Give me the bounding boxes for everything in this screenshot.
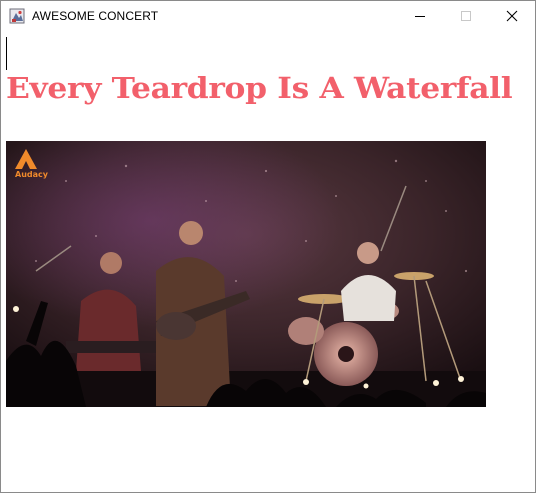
concert-video-frame <box>6 141 486 407</box>
audacy-logo-text: Audacy <box>15 170 48 179</box>
content-area: Every Teardrop Is A Waterfall Audacy <box>1 32 535 492</box>
maximize-button[interactable] <box>443 1 489 31</box>
window-title: AWESOME CONCERT <box>32 9 159 23</box>
text-caret[interactable] <box>6 37 7 70</box>
close-button[interactable] <box>489 1 535 31</box>
java-app-icon <box>9 8 25 24</box>
title-bar[interactable]: AWESOME CONCERT <box>1 1 535 32</box>
minimize-icon <box>415 16 425 17</box>
maximize-icon <box>461 11 471 21</box>
minimize-button[interactable] <box>397 1 443 31</box>
concert-video[interactable]: Audacy <box>6 141 486 407</box>
app-window: AWESOME CONCERT Every Teardrop Is A Wate… <box>0 0 536 493</box>
song-title: Every Teardrop Is A Waterfall <box>6 71 513 105</box>
close-icon <box>506 10 518 22</box>
